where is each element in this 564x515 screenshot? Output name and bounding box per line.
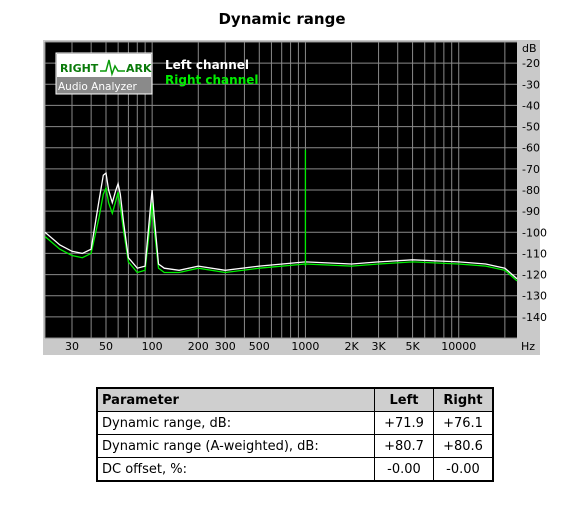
y-tick-label: -70 <box>522 163 540 176</box>
y-tick-label: -30 <box>522 78 540 91</box>
table-row: Dynamic range (A-weighted), dB: +80.7 +8… <box>96 434 494 458</box>
x-tick-label: 200 <box>188 340 209 353</box>
x-tick-label: 3K <box>371 340 386 353</box>
row-left-value: -0.00 <box>374 457 434 482</box>
y-tick-label: -50 <box>522 121 540 134</box>
y-tick-label: -110 <box>522 247 547 260</box>
x-tick-label: 500 <box>249 340 270 353</box>
y-tick-label: -80 <box>522 184 540 197</box>
y-tick-label: -20 <box>522 57 540 70</box>
rightmark-logo: RIGHT ARK Audio Analyzer <box>55 52 153 95</box>
table-row: DC offset, %: -0.00 -0.00 <box>96 457 494 482</box>
row-right-value: +76.1 <box>433 411 494 435</box>
row-parameter: Dynamic range (A-weighted), dB: <box>96 434 375 458</box>
y-tick-label: -120 <box>522 269 547 282</box>
x-tick-label: 5K <box>405 340 420 353</box>
row-parameter: Dynamic range, dB: <box>96 411 375 435</box>
legend-left-channel: Left channel <box>165 58 249 72</box>
x-tick-label: 300 <box>215 340 236 353</box>
row-right-value: +80.6 <box>433 434 494 458</box>
logo-text-right: RIGHT <box>60 62 99 75</box>
table-header-row: Parameter Left Right <box>96 387 494 412</box>
x-axis-unit: Hz <box>521 340 535 353</box>
y-tick-label: -100 <box>522 226 547 239</box>
y-tick-label: -90 <box>522 205 540 218</box>
logo-text-ark: ARK <box>126 62 152 75</box>
y-axis-unit: dB <box>522 42 537 55</box>
row-parameter: DC offset, %: <box>96 457 375 482</box>
y-tick-label: -130 <box>522 290 547 303</box>
x-tick-label: 1000 <box>291 340 319 353</box>
logo-subtitle: Audio Analyzer <box>58 81 138 93</box>
header-right: Right <box>433 387 494 412</box>
legend-right-channel: Right channel <box>165 73 259 87</box>
x-tick-label: 2K <box>344 340 359 353</box>
row-right-value: -0.00 <box>433 457 494 482</box>
header-parameter: Parameter <box>96 387 375 412</box>
results-table: Parameter Left Right Dynamic range, dB: … <box>96 387 494 482</box>
x-tick-label: 50 <box>99 340 113 353</box>
x-tick-label: 10000 <box>441 340 476 353</box>
spectrum-chart: 30 50 100 200 300 500 1000 2K 3K 5K 10000 -20 -30 -4… <box>43 40 547 355</box>
table-row: Dynamic range, dB: +71.9 +76.1 <box>96 411 494 435</box>
y-tick-label: -140 <box>522 311 547 324</box>
y-tick-label: -40 <box>522 99 540 112</box>
row-left-value: +80.7 <box>374 434 434 458</box>
x-tick-label: 100 <box>142 340 163 353</box>
header-left: Left <box>374 387 434 412</box>
x-tick-label: 30 <box>65 340 79 353</box>
row-left-value: +71.9 <box>374 411 434 435</box>
y-tick-label: -60 <box>522 142 540 155</box>
